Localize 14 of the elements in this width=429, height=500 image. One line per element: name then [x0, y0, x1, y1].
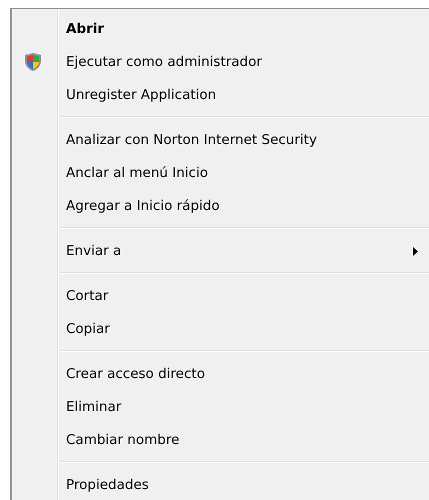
menu-item[interactable]: Eliminar — [12, 390, 429, 423]
menu-item[interactable]: Analizar con Norton Internet Security — [12, 123, 429, 156]
menu-item[interactable]: Cortar — [12, 279, 429, 312]
menu-item[interactable]: Crear acceso directo — [12, 357, 429, 390]
menu-item[interactable]: Agregar a Inicio rápido — [12, 189, 429, 222]
shield-icon — [24, 52, 42, 72]
menu-item[interactable]: Propiedades — [12, 468, 429, 500]
menu-item[interactable]: Anclar al menú Inicio — [12, 156, 429, 189]
menu-item[interactable]: Enviar a — [12, 234, 429, 267]
menu-item[interactable]: Unregister Application — [12, 78, 429, 111]
menu-item[interactable]: Ejecutar como administrador — [12, 45, 429, 78]
menu-item[interactable]: Copiar — [12, 312, 429, 345]
menu-item[interactable]: Cambiar nombre — [12, 423, 429, 456]
menu-item[interactable]: Abrir — [12, 12, 429, 45]
